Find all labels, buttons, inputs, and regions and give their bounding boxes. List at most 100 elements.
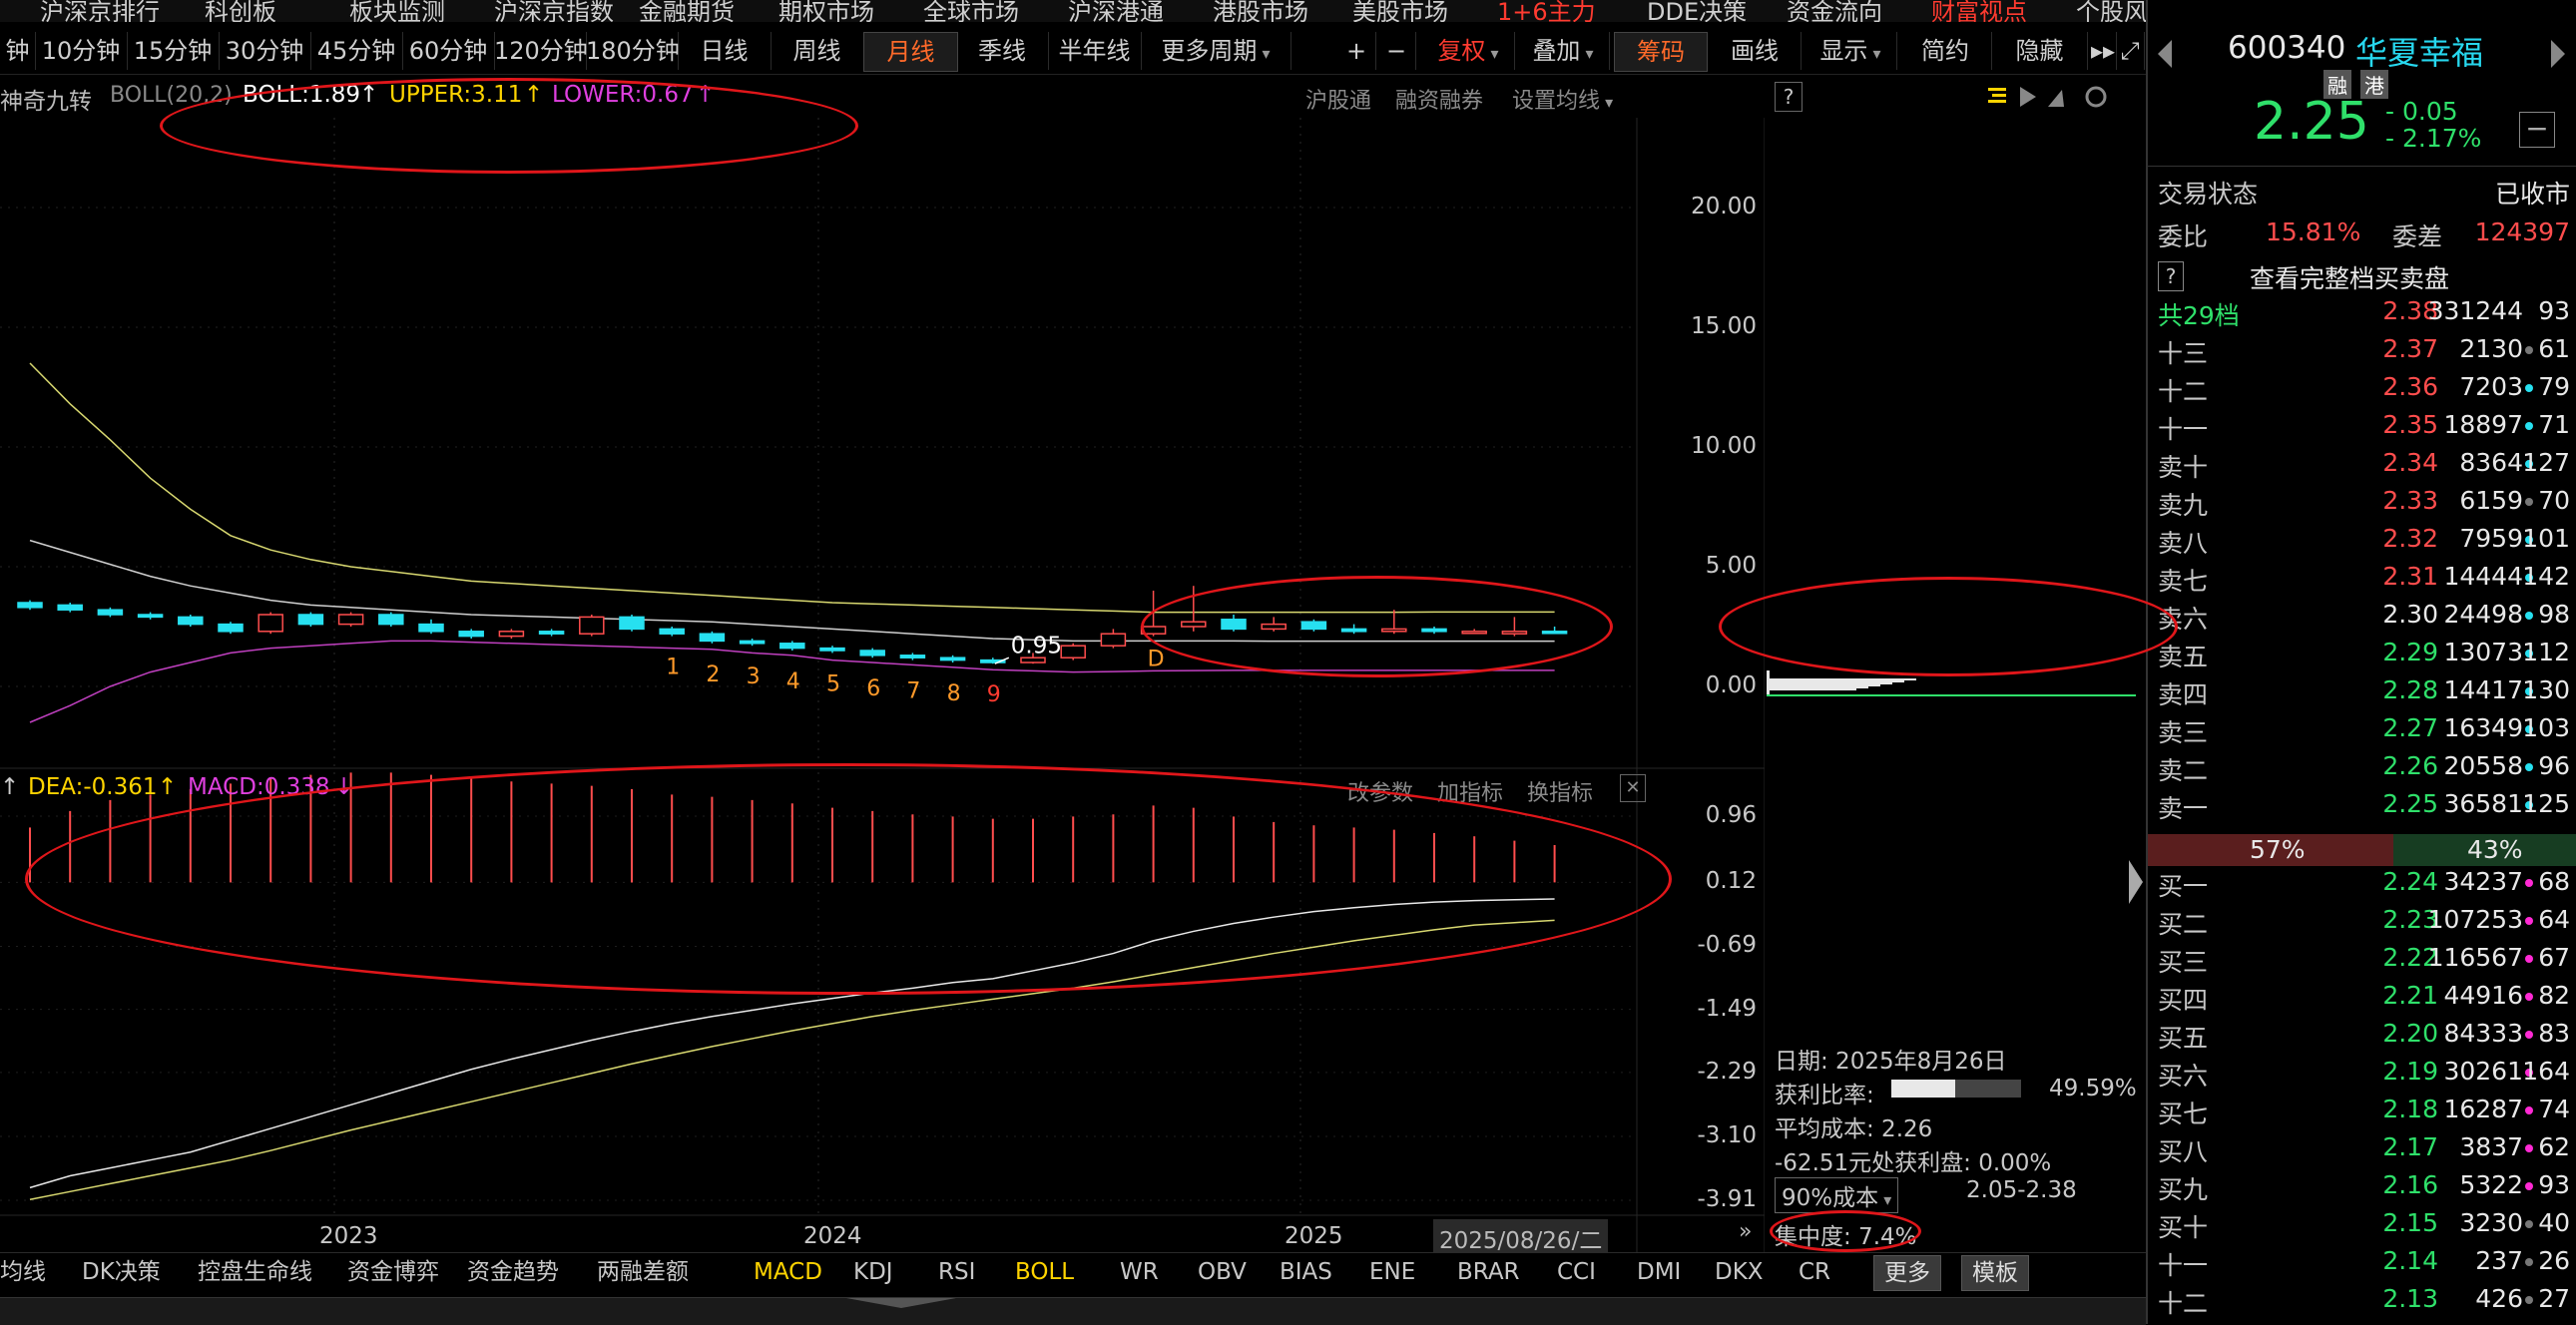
level-price[interactable]: 2.27	[2358, 713, 2438, 742]
nav-item-4[interactable]: 金融期货	[639, 0, 735, 22]
level-price[interactable]: 2.15	[2358, 1208, 2438, 1237]
indicator-tab-11[interactable]: OBV	[1198, 1255, 1247, 1289]
level-price[interactable]: 2.30	[2358, 600, 2438, 629]
set-ma-link[interactable]: 设置均线	[1512, 83, 1613, 115]
period-5[interactable]: 60分钟	[402, 32, 495, 70]
indicator-tab-4[interactable]: 资金趋势	[467, 1255, 559, 1289]
period-6[interactable]: 120分钟	[494, 32, 588, 70]
period-12[interactable]: 半年线	[1048, 32, 1142, 70]
simple-button[interactable]: 简约	[1899, 32, 1992, 70]
hgt-link[interactable]: 沪股通	[1305, 83, 1371, 115]
period-8[interactable]: 日线	[678, 32, 772, 70]
level-price[interactable]: 2.33	[2358, 486, 2438, 515]
indicator-tab-14[interactable]: BRAR	[1457, 1255, 1520, 1289]
indicator-tab-20[interactable]: 模板	[1961, 1255, 2029, 1291]
level-price[interactable]: 2.22	[2358, 943, 2438, 972]
indicator-tab-13[interactable]: ENE	[1369, 1255, 1415, 1289]
indicator-tab-15[interactable]: CCI	[1557, 1255, 1596, 1289]
nav-item-13[interactable]: 财富视点	[1931, 0, 2027, 22]
level-price[interactable]: 2.16	[2358, 1170, 2438, 1199]
more-icon[interactable]: ▸▸	[2090, 32, 2117, 70]
cost-select[interactable]: 90%成本	[1775, 1177, 1899, 1213]
level-price[interactable]: 2.29	[2358, 638, 2438, 666]
level-price[interactable]: 2.20	[2358, 1019, 2438, 1048]
level-price[interactable]: 2.13	[2358, 1284, 2438, 1313]
indicator-tab-16[interactable]: DMI	[1637, 1255, 1681, 1289]
hide-button[interactable]: 隐藏	[1992, 32, 2088, 70]
level-price[interactable]: 2.21	[2358, 981, 2438, 1010]
period-4[interactable]: 45分钟	[310, 32, 403, 70]
price-chart[interactable]: 1 2 3 4 5 6 7 8 9 0.95 D	[0, 118, 1765, 1252]
nav-item-3[interactable]: 沪深京指数	[494, 0, 614, 22]
nav-item-12[interactable]: 资金流向	[1787, 0, 1882, 22]
indicator-tab-5[interactable]: 两融差额	[597, 1255, 689, 1289]
level-price[interactable]: 2.28	[2358, 675, 2438, 704]
level-price[interactable]: 2.24	[2358, 867, 2438, 896]
level-price[interactable]: 2.17	[2358, 1132, 2438, 1161]
depth-help-icon[interactable]: ?	[2158, 261, 2184, 291]
indicator-tab-9[interactable]: BOLL	[1015, 1255, 1074, 1289]
collapse-arrow-icon[interactable]	[846, 1298, 956, 1308]
indicator-tab-18[interactable]: CR	[1799, 1255, 1830, 1289]
zoom-in-button[interactable]: +	[1337, 32, 1376, 70]
level-price[interactable]: 2.31	[2358, 562, 2438, 591]
period-10[interactable]: 月线	[863, 32, 958, 72]
level-price[interactable]: 2.36	[2358, 372, 2438, 401]
period-11[interactable]: 季线	[956, 32, 1049, 70]
period-13[interactable]: 更多周期	[1141, 32, 1291, 70]
next-stock-icon[interactable]	[2551, 40, 2565, 68]
nav-item-11[interactable]: DDE决策	[1647, 0, 1747, 22]
switch-indicator-link[interactable]: 换指标	[1527, 775, 1593, 807]
minimize-icon[interactable]: −	[2519, 112, 2555, 148]
level-price[interactable]: 2.19	[2358, 1057, 2438, 1086]
full-depth-link[interactable]: 查看完整档买卖盘	[2250, 259, 2449, 295]
level-price[interactable]: 2.38	[2358, 296, 2438, 325]
period-2[interactable]: 15分钟	[127, 32, 220, 70]
period-9[interactable]: 周线	[771, 32, 864, 70]
indicator-tab-3[interactable]: 资金博弈	[347, 1255, 439, 1289]
fullscreen-icon[interactable]: ⤢	[2116, 32, 2145, 70]
nav-item-1[interactable]: 科创板	[205, 0, 276, 22]
change-params-link[interactable]: 改参数	[1347, 775, 1413, 807]
overlay-button[interactable]: 叠加	[1517, 32, 1610, 70]
indicator-tab-12[interactable]: BIAS	[1280, 1255, 1332, 1289]
fuquan-button[interactable]: 复权	[1422, 32, 1515, 70]
add-indicator-link[interactable]: 加指标	[1437, 775, 1503, 807]
level-price[interactable]: 2.23	[2358, 905, 2438, 934]
chip-tool-icons[interactable]	[1986, 82, 2136, 112]
nav-item-2[interactable]: 板块监测	[349, 0, 445, 22]
level-price[interactable]: 2.26	[2358, 751, 2438, 780]
indicator-tab-1[interactable]: DK决策	[82, 1255, 161, 1289]
nav-item-0[interactable]: 沪深京排行	[40, 0, 160, 22]
nav-item-9[interactable]: 美股市场	[1352, 0, 1448, 22]
level-price[interactable]: 2.14	[2358, 1246, 2438, 1275]
zoom-out-button[interactable]: −	[1377, 32, 1416, 70]
nav-item-5[interactable]: 期权市场	[778, 0, 874, 22]
indicator-tab-6[interactable]: MACD	[754, 1255, 822, 1289]
level-price[interactable]: 2.25	[2358, 789, 2438, 818]
period-1[interactable]: 10分钟	[35, 32, 128, 70]
nav-item-10[interactable]: 1+6主力	[1497, 0, 1596, 22]
prev-stock-icon[interactable]	[2158, 40, 2172, 68]
period-0[interactable]: 钟	[0, 32, 36, 70]
indicator-tab-7[interactable]: KDJ	[853, 1255, 893, 1289]
period-3[interactable]: 30分钟	[219, 32, 311, 70]
level-price[interactable]: 2.35	[2358, 410, 2438, 439]
chip-button[interactable]: 筹码	[1614, 32, 1708, 72]
level-price[interactable]: 2.32	[2358, 524, 2438, 553]
nav-item-14[interactable]: 个股风云	[2076, 0, 2146, 22]
display-button[interactable]: 显示	[1804, 32, 1897, 70]
draw-button[interactable]: 画线	[1709, 32, 1802, 70]
level-price[interactable]: 2.37	[2358, 334, 2438, 363]
indicator-tab-0[interactable]: 均线	[0, 1255, 46, 1289]
level-price[interactable]: 2.18	[2358, 1095, 2438, 1123]
close-icon[interactable]: ✕	[1620, 774, 1646, 802]
indicator-tab-8[interactable]: RSI	[938, 1255, 975, 1289]
chip-help-button[interactable]: ?	[1775, 82, 1803, 112]
level-price[interactable]: 2.34	[2358, 448, 2438, 477]
indicator-tab-10[interactable]: WR	[1120, 1255, 1159, 1289]
nav-item-7[interactable]: 沪深港通	[1068, 0, 1164, 22]
period-7[interactable]: 180分钟	[586, 32, 680, 70]
indicator-tab-2[interactable]: 控盘生命线	[198, 1255, 312, 1289]
expand-chevron-icon[interactable]: »	[1739, 1219, 1759, 1249]
